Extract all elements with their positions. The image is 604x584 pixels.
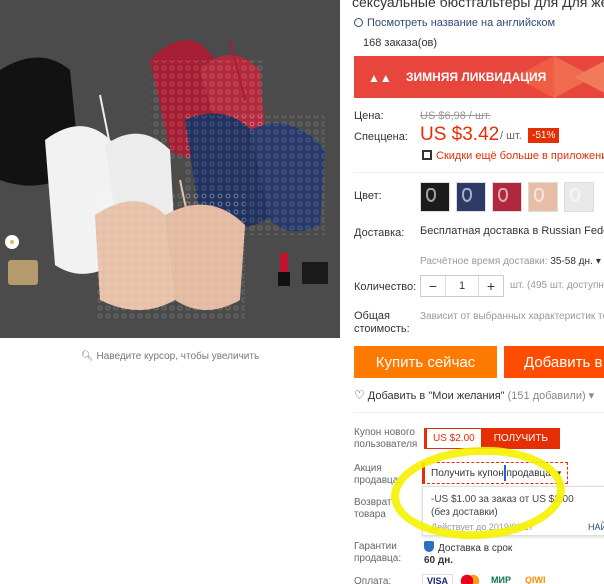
price-unit: / шт. [500,130,522,142]
orders-count: 168 заказа(ов) [363,37,438,49]
total-value: Зависит от выбранных характеристик товар… [420,311,604,322]
sale-banner[interactable]: ▲▲ ЗИМНЯЯ ЛИКВИДАЦИЯ [354,56,604,98]
guarantee-days: 60 дн. [424,555,454,566]
qr-code-icon [422,150,432,160]
color-swatch-black[interactable] [420,182,450,212]
shield-icon [424,541,434,552]
special-price-label: Спеццена: [354,131,408,143]
special-price: US $3.42 [420,124,500,145]
chevron-down-icon: ▾ [588,390,595,402]
quantity-available: шт. (495 шт. доступно) [510,280,604,291]
product-image[interactable] [0,0,340,338]
quantity-minus-button[interactable]: − [421,276,445,296]
translate-link-text: Посмотреть название на английском [367,17,556,29]
product-title: сексуальные бюстгальтеры для Для женщин [352,0,604,10]
wishlist-text: Добавить в "Мои желания" [367,390,505,402]
product-photo [0,0,340,338]
delivery-time-value: 35-58 дн. [550,256,593,267]
shipping-text: Бесплатная доставка в Russian Federation [420,225,604,237]
price-label: Цена: [354,110,384,122]
app-discount-text: Скидки ещё больше в приложении [436,150,604,162]
add-to-wishlist-link[interactable]: ♡ Добавить в "Мои желания" (151 добавили)… [354,388,594,402]
banner-decor [574,56,604,98]
guarantee-text: Доставка в срок [438,543,513,554]
heart-icon: ♡ [354,388,365,402]
zoom-hint: 🔍︎ Наведите курсор, чтобы увеличить [0,351,340,362]
bra-thumbnail-icon [534,188,544,202]
total-label: Общая стоимость: [354,310,410,335]
mir-icon: МИР [491,575,511,584]
shipping-selector[interactable]: Бесплатная доставка в Russian Federation [420,225,604,237]
bra-thumbnail-icon [426,188,436,202]
color-swatch-navy[interactable] [456,182,486,212]
coupon-value: US $2.00 [424,428,482,449]
bra-thumbnail-icon [462,188,472,202]
delivery-time-label: Расчётное время доставки: [420,256,548,267]
quantity-input[interactable]: 1 [445,276,479,296]
new-user-coupon-label: Купон нового пользователя [354,427,418,450]
quantity-stepper: − 1 + [420,275,504,297]
quantity-plus-button[interactable]: + [479,276,503,296]
new-user-coupon: US $2.00 ПОЛУЧИТЬ [424,428,560,449]
bra-thumbnail-icon [498,188,508,202]
delivery-time: Расчётное время доставки: 35-58 дн. ▾ [420,256,601,267]
translate-link[interactable]: Посмотреть название на английском [354,17,555,29]
globe-icon [354,18,363,27]
delivery-label: Доставка: [354,227,405,239]
color-swatch-nude[interactable] [528,182,558,212]
payment-label: Оплата: [354,576,392,584]
zoom-hint-text: Наведите курсор, чтобы увеличить [96,351,260,362]
sale-logo-icon: ▲▲ [368,71,392,85]
payment-methods: VISA МИР QIWI [422,574,549,584]
quantity-label: Количество: [354,281,417,293]
divider [354,172,604,173]
guarantee-label: Гарантии продавца: [354,541,402,564]
chevron-down-icon[interactable]: ▾ [596,256,601,267]
add-to-cart-button[interactable]: Добавить в корзину [504,346,604,378]
buy-now-button[interactable]: Купить сейчас [354,346,497,378]
banner-text: ЗИМНЯЯ ЛИКВИДАЦИЯ [406,70,547,84]
color-swatch-white[interactable] [564,182,594,212]
app-discount-link[interactable]: Скидки ещё больше в приложении▾ [422,150,604,162]
visa-icon: VISA [422,574,454,584]
mastercard-icon [459,574,481,584]
bra-thumbnail-icon [570,188,580,202]
divider [354,412,604,413]
color-swatch-red[interactable] [492,182,522,212]
discount-badge: -51% [528,128,560,143]
coupon-more-link[interactable]: НАЙ [588,522,604,532]
guarantee-info: Доставка в срок [424,541,512,554]
wishlist-count: (151 добавили) [507,390,586,402]
magnifier-icon: 🔍︎ [80,351,94,362]
get-coupon-button[interactable]: ПОЛУЧИТЬ [481,428,560,449]
qiwi-icon: QIWI [524,575,546,584]
old-price: US $6,98 / шт. [420,110,491,122]
color-label: Цвет: [354,190,382,202]
